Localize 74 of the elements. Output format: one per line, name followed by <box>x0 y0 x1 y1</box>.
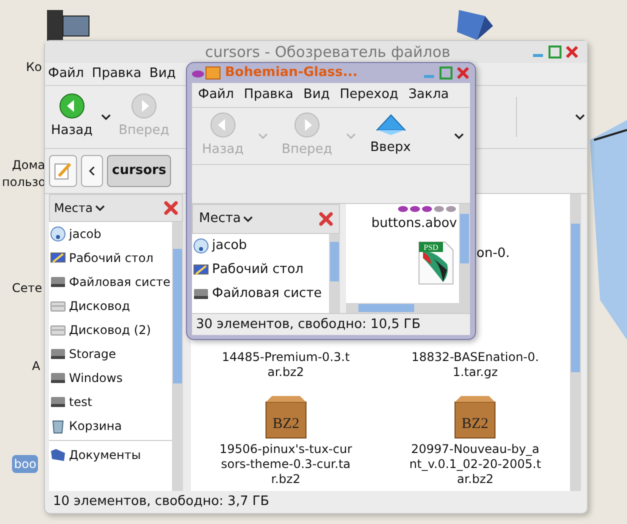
close-icon[interactable] <box>319 212 333 226</box>
sidebar-item[interactable]: jacob <box>49 222 172 246</box>
menu-item[interactable]: Правка <box>244 85 294 105</box>
edit-button[interactable] <box>49 155 77 187</box>
back-button[interactable]: Назад <box>47 93 97 141</box>
menu-item[interactable]: Вид <box>149 64 176 84</box>
scrollbar[interactable] <box>570 194 581 491</box>
up-arrow-icon <box>376 114 406 136</box>
file-name: buttons.abov <box>371 215 457 233</box>
drive-icon <box>50 370 66 386</box>
status-text: 30 элементов, свободно: 10,5 ГБ <box>196 316 420 334</box>
desktop-icon-label[interactable]: Сете <box>10 279 44 297</box>
sidebar-item[interactable]: test <box>49 390 172 414</box>
sidebar-item[interactable]: Storage <box>49 342 172 366</box>
drive-icon <box>193 286 209 302</box>
maximize-icon[interactable] <box>439 66 453 80</box>
places-dropdown[interactable]: Места <box>199 209 253 229</box>
drive-icon <box>50 274 66 290</box>
menu-item[interactable]: Вид <box>303 85 330 105</box>
maximize-icon[interactable] <box>548 45 562 59</box>
button-dots-icon <box>397 204 457 214</box>
close-icon[interactable] <box>565 45 579 59</box>
menu-item[interactable]: Файл <box>48 64 84 84</box>
scrollbar[interactable] <box>346 303 470 313</box>
caret-icon[interactable] <box>242 216 253 222</box>
caret-icon[interactable] <box>575 114 585 120</box>
sidebar-item[interactable]: Windows <box>49 366 172 390</box>
chevron-left-icon <box>89 166 95 176</box>
window-menu-icon[interactable] <box>192 66 222 80</box>
sidebar-item[interactable]: Корзина <box>49 414 172 438</box>
sidebar-item[interactable]: Файловая систе <box>192 282 329 306</box>
folder-icon <box>50 447 66 463</box>
desktop-icon-label[interactable]: пользо <box>0 173 48 191</box>
desktop-icon-label[interactable]: А <box>30 357 42 375</box>
sidebar-item[interactable]: jacob <box>192 234 329 258</box>
file-name: 18832-BASEnation-0.1.tar.gz <box>410 350 540 380</box>
sidebar-item[interactable]: Дисковод (2) <box>49 318 172 342</box>
status-text: 10 элементов, свободно: 3,7 ГБ <box>53 493 270 512</box>
menu-item[interactable]: Файл <box>198 85 234 105</box>
sidebar-item[interactable]: Рабочий стол <box>49 246 172 270</box>
caret-icon[interactable] <box>100 114 111 120</box>
sidebar-item[interactable]: Файловая систе <box>49 270 172 294</box>
window-title: Bohemian-Glass... <box>225 64 358 82</box>
window-title: cursors - Обозреватель файлов <box>205 42 450 63</box>
desktop-icon-label[interactable]: Ко <box>24 58 44 76</box>
path-button[interactable]: cursors <box>107 155 172 187</box>
scrollbar[interactable] <box>172 222 183 491</box>
sidebar-item[interactable]: Рабочий стол <box>192 258 329 282</box>
close-icon[interactable] <box>456 66 470 80</box>
home-icon <box>193 238 209 254</box>
caret-icon[interactable] <box>454 132 464 140</box>
drive-icon <box>50 346 66 362</box>
close-icon[interactable] <box>164 201 178 215</box>
file-name: 14485-Premium-0.3.tar.bz2 <box>220 350 351 380</box>
menu-item[interactable]: Правка <box>92 64 142 84</box>
drive-icon <box>50 394 66 410</box>
menu-item[interactable]: Переход <box>340 85 398 105</box>
file-name: 19506-pinux's-tux-cursors-theme-0.3-cur.tar.bz2 <box>218 442 353 487</box>
pencil-icon <box>53 161 73 181</box>
image-file-icon: PSD <box>417 240 455 286</box>
desktop-icon-label[interactable]: Дома <box>10 156 48 174</box>
places-dropdown[interactable]: Места <box>54 199 105 217</box>
scrollbar[interactable] <box>459 204 470 303</box>
menu-item[interactable]: Закла <box>408 85 449 105</box>
home-icon <box>50 226 66 242</box>
up-button[interactable]: Вверх <box>366 114 415 158</box>
scrollbar[interactable] <box>329 234 340 313</box>
caret-icon[interactable] <box>94 204 105 212</box>
path-back-button[interactable] <box>81 155 103 187</box>
sidebar-item[interactable]: Дисковод <box>49 294 172 318</box>
sidebar-item[interactable]: Документы <box>49 443 172 467</box>
file-name: on-0. <box>476 246 510 261</box>
file-name: 20997-Nouveau-by_ant_v.0.1_02-20-2005.tar.bz2 <box>408 442 542 487</box>
trash-icon <box>50 418 66 434</box>
